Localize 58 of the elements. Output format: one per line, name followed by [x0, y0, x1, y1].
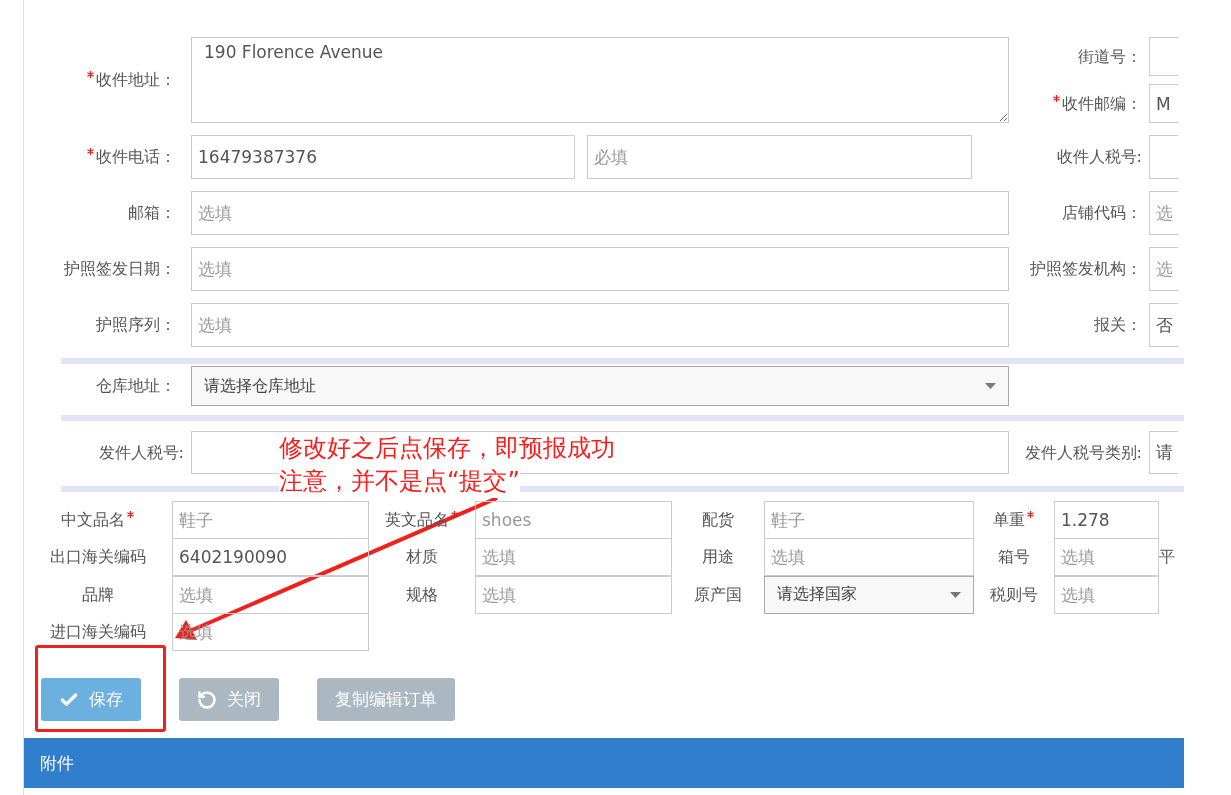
field-label: 报关：: [1093, 314, 1143, 336]
caret-icon: [985, 383, 996, 389]
text-field[interactable]: 选填: [475, 538, 672, 577]
field-label: 护照签发日期：: [63, 258, 176, 280]
text-field[interactable]: 选填: [191, 191, 1009, 235]
text-field[interactable]: 选填: [191, 303, 1009, 347]
field-label: 出口海关编码: [49, 546, 147, 569]
text-field[interactable]: 16479387376: [191, 135, 575, 179]
field-label: 发件人税号类别:: [1023, 441, 1143, 464]
field-label: 护照签发机构：: [1029, 258, 1143, 280]
text-field[interactable]: 鞋子: [764, 500, 974, 539]
field-label: 收件邮编：: [1009, 91, 1149, 116]
text-field[interactable]: 选填: [1054, 538, 1159, 577]
caret-icon: [950, 591, 961, 598]
field-label: 材质: [405, 546, 439, 569]
field-label: 收件人税号:: [1055, 146, 1143, 168]
text-field[interactable]: [1149, 135, 1178, 179]
text-field[interactable]: 选填: [475, 575, 672, 614]
field-label: 规格: [405, 583, 439, 606]
text-field[interactable]: 选填: [191, 247, 1009, 291]
field-label: 护照序列：: [95, 314, 176, 336]
field-label: 街道号：: [1077, 45, 1143, 68]
text-field[interactable]: 选: [1149, 247, 1178, 291]
undo-icon: [197, 689, 217, 710]
country-dropdown[interactable]: 请选择国家: [764, 575, 974, 614]
text-field[interactable]: 1.278: [1054, 500, 1159, 539]
address-textarea[interactable]: 190 Florence Avenue: [191, 37, 1009, 123]
field-label: 中文品名: [24, 507, 172, 532]
text-field[interactable]: 选填: [1054, 575, 1159, 614]
field-label: 仓库地址：: [95, 375, 176, 397]
field-label: 发件人税号:: [97, 441, 184, 464]
text-field[interactable]: 必填: [587, 135, 972, 179]
text-field[interactable]: 选填: [764, 538, 974, 577]
field-label: 原产国: [693, 583, 743, 606]
field-label: 税则号: [989, 583, 1039, 606]
text-field[interactable]: [1149, 37, 1178, 76]
field-label: 邮箱：: [127, 202, 176, 224]
section-title: 附件: [40, 751, 74, 775]
field-label: 单重: [974, 507, 1054, 532]
field-label: 平: [1159, 546, 1176, 569]
text-field[interactable]: 6402190090: [172, 538, 369, 577]
text-field[interactable]: 否: [1149, 303, 1178, 347]
field-label: 店铺代码：: [1061, 202, 1143, 224]
text-field[interactable]: 选填: [172, 575, 369, 614]
field-label: 收件电话：: [24, 145, 176, 169]
warehouse-dropdown[interactable]: 请选择仓库地址: [191, 366, 1009, 406]
text-field[interactable]: 请: [1149, 431, 1178, 474]
field-label: 品牌: [81, 583, 115, 606]
field-label: 收件地址：: [24, 68, 176, 92]
field-label: 进口海关编码: [49, 621, 147, 644]
field-label: 配货: [701, 508, 735, 531]
annotation-text: 注意，并不是点“提交”: [279, 465, 520, 498]
text-field[interactable]: 选: [1149, 191, 1178, 235]
text-field[interactable]: M: [1149, 84, 1178, 123]
text-field[interactable]: shoes: [475, 500, 672, 539]
field-label: 箱号: [997, 546, 1031, 569]
field-label: 用途: [701, 546, 735, 569]
text-field[interactable]: 鞋子: [172, 500, 369, 539]
